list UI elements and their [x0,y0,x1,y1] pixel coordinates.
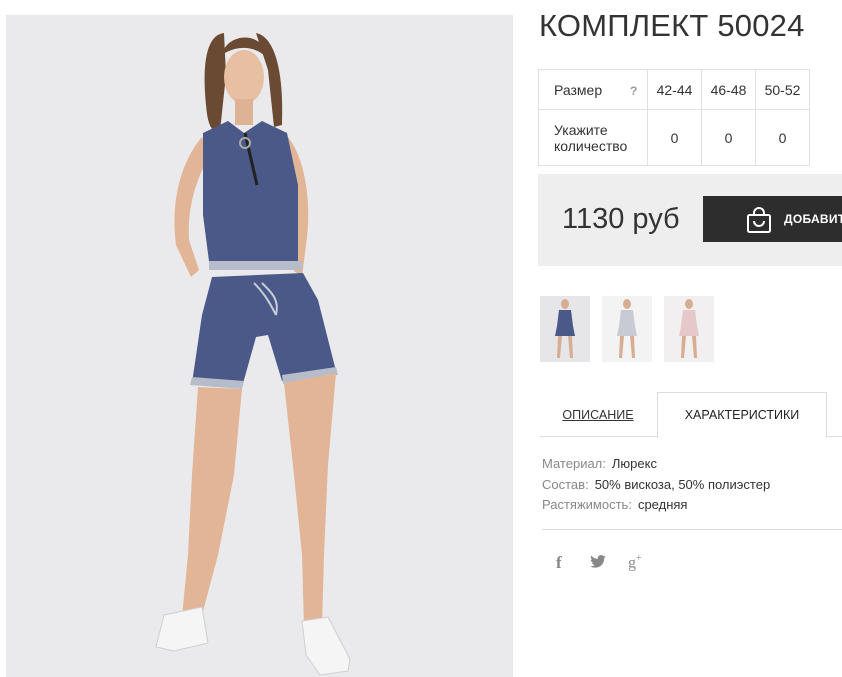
google-plus-letter: g [628,554,636,572]
product-tabs: ОПИСАНИЕ ХАРАКТЕРИСТИКИ [540,392,842,438]
size-option: 42-44 [647,69,702,110]
size-label: Размер [554,81,603,98]
quantity-input[interactable]: 0 [701,109,756,166]
size-quantity-table: Размер ? 42-44 46-48 50-52 Укажите колич… [538,69,810,166]
quantity-input[interactable]: 0 [647,109,702,166]
product-info-panel: КОМПЛЕКТ 50024 Размер ? 42-44 46-48 50-5… [538,0,842,677]
shopping-bag-icon [747,207,771,233]
thumbnail-light-set[interactable] [602,296,652,362]
tab-characteristics[interactable]: ХАРАКТЕРИСТИКИ [657,392,827,438]
main-product-photo[interactable] [6,15,513,677]
tab-description[interactable]: ОПИСАНИЕ [540,392,656,437]
price-box: 1130 руб ДОБАВИТЬ В КОРЗИНУ [538,174,842,266]
quantity-label-line-1: Укажите [554,121,608,138]
spec-row: Состав: 50% вискоза, 50% полиэстер [542,475,770,496]
product-title: КОМПЛЕКТ 50024 [539,8,805,43]
size-option: 50-52 [755,69,810,110]
spec-row: Растяжимость: средняя [542,495,770,516]
spec-row: Материал: Люрекс [542,454,770,475]
characteristics-list: Материал: Люрекс Состав: 50% вискоза, 50% … [542,454,770,516]
quantity-label-line-2: количество [554,137,628,154]
spec-value: 50% вискоза, 50% полиэстер [594,476,771,492]
google-plus-icon[interactable]: g+ [628,553,642,572]
add-to-cart-button[interactable]: ДОБАВИТЬ В КОРЗИНУ [703,196,842,242]
quantity-input[interactable]: 0 [755,109,810,166]
price: 1130 руб [562,203,680,235]
google-plus-sup: + [636,553,642,564]
quantity-label-cell: Укажите количество [538,109,648,166]
divider [542,529,842,530]
add-to-cart-label: ДОБАВИТЬ В КОРЗИНУ [784,212,842,226]
spec-value: Люрекс [611,456,657,471]
size-label-cell: Размер ? [538,69,648,110]
spec-key: Растяжимость: [542,497,632,512]
size-option: 46-48 [701,69,756,110]
thumbnail-blue-set[interactable] [540,296,590,362]
spec-value: средняя [637,497,688,512]
quantity-row: Укажите количество 0 0 0 [538,109,810,166]
spec-key: Материал: [542,456,606,471]
size-help-icon[interactable]: ? [630,84,637,98]
spec-key: Состав: [542,476,589,492]
twitter-icon[interactable] [590,555,606,568]
facebook-icon[interactable]: f [556,553,562,573]
size-row: Размер ? 42-44 46-48 50-52 [538,69,810,110]
model-illustration [155,33,351,676]
thumbnail-pink-set[interactable] [664,296,714,362]
